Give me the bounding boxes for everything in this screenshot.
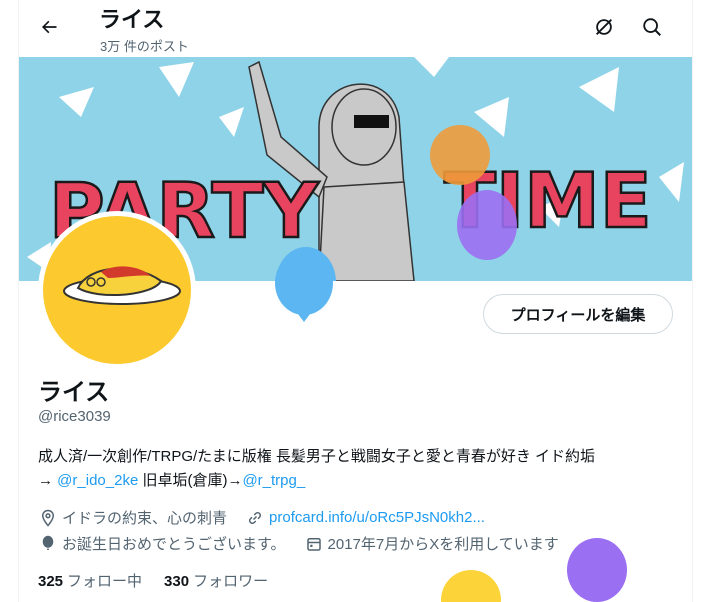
followers-label: フォロワー <box>193 573 269 590</box>
balloon-decoration-purple <box>567 538 627 602</box>
balloon-icon <box>38 534 58 554</box>
meta-row-2: お誕生日おめでとうございます。 2017年7月からXを利用しています <box>38 533 559 554</box>
following-count: 325 <box>38 573 64 590</box>
followers-link[interactable]: 330 フォロワー <box>164 570 268 591</box>
top-bar: ライス 3万 件のポスト <box>19 0 692 57</box>
bio-line-2: → @r_ido_2ke 旧卓垢(倉庫)→@r_trpg_ <box>38 469 678 493</box>
profile-column: ライス 3万 件のポスト PARTY TIME プロフィールを編集 ライス @r… <box>18 0 693 602</box>
avatar-image <box>43 216 191 364</box>
link-icon <box>245 508 265 528</box>
header-title: ライス <box>99 7 165 32</box>
profile-website-link[interactable]: profcard.info/u/oRc5PJsN0kh2... <box>269 509 485 526</box>
header-post-count: 3万 件のポスト <box>100 39 189 54</box>
back-button[interactable] <box>31 9 67 45</box>
profile-handle: @rice3039 <box>38 408 111 425</box>
profile-location: イドラの約束、心の刺青 <box>62 510 228 527</box>
edit-profile-button[interactable]: プロフィールを編集 <box>483 294 673 334</box>
translate-off-icon <box>596 19 612 35</box>
bio-middle-text: 旧卓垢(倉庫)→ <box>138 472 243 489</box>
bio-arrow: → <box>38 472 58 489</box>
profile-bio: 成人済/一次創作/TRPG/たまに版権 長髪男子と戦闘女子と愛と青春が好き イド… <box>38 445 678 493</box>
following-label: フォロー中 <box>67 573 143 590</box>
profile-name: ライス <box>38 379 110 406</box>
calendar-icon <box>304 534 324 554</box>
meta-row-1: イドラの約束、心の刺青 profcard.info/u/oRc5PJsN0kh2… <box>38 507 485 528</box>
balloon-decoration-yellow <box>441 570 501 602</box>
bio-link-trpg[interactable]: @r_trpg_ <box>242 472 305 489</box>
omurice-icon <box>63 266 181 305</box>
bio-line-1: 成人済/一次創作/TRPG/たまに版権 長髪男子と戦闘女子と愛と青春が好き イド… <box>38 448 596 465</box>
follow-stats: 325 フォロー中 330 フォロワー <box>38 570 268 591</box>
following-link[interactable]: 325 フォロー中 <box>38 570 142 591</box>
back-arrow-icon <box>42 20 57 34</box>
profile-joined-date: 2017年7月からXを利用しています <box>327 536 559 553</box>
search-button[interactable] <box>635 10 669 44</box>
location-pin-icon <box>38 508 58 528</box>
translate-off-button[interactable] <box>587 10 621 44</box>
bio-link-ido[interactable]: @r_ido_2ke <box>57 472 138 489</box>
profile-birthday: お誕生日おめでとうございます。 <box>62 536 286 553</box>
search-icon <box>643 18 661 36</box>
followers-count: 330 <box>164 573 190 590</box>
avatar[interactable] <box>38 211 196 369</box>
